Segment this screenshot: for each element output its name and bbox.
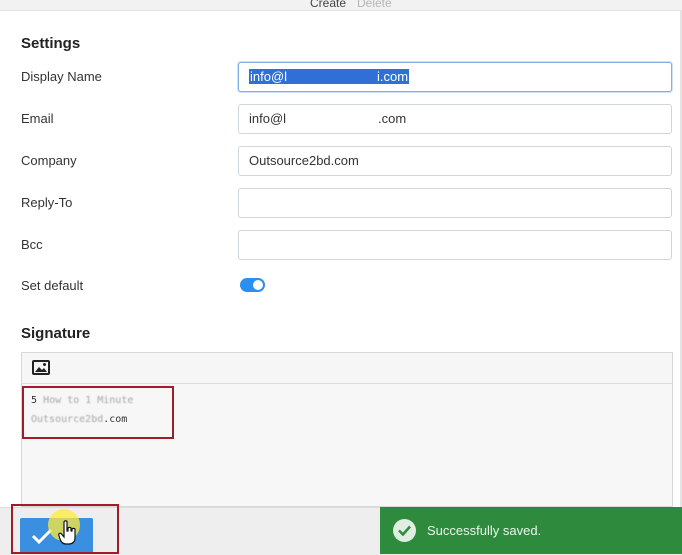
bcc-field[interactable] [238,230,672,260]
set-default-label: Set default [21,278,84,293]
signature-highlight-box [22,386,174,439]
toast-message: Successfully saved. [427,523,542,538]
settings-heading: Settings [21,35,81,52]
reply-to-label: Reply-To [21,195,73,210]
company-field[interactable]: Outsource2bd.com [238,146,672,176]
tab-delete[interactable]: Delete [357,0,392,9]
tab-create[interactable]: Create [310,0,346,9]
reply-to-field[interactable] [238,188,672,218]
email-label: Email [21,111,54,126]
display-name-selection: info@l i.com [249,69,410,84]
email-field[interactable]: info@l .com [238,104,672,134]
top-tab-bar: Create Delete [0,0,682,11]
signature-heading: Signature [21,325,91,342]
company-label: Company [21,153,77,168]
check-circle-icon [393,519,416,542]
toggle-knob [253,280,263,290]
bcc-label: Bcc [21,237,43,252]
display-name-field[interactable]: info@l i.com [238,62,672,92]
success-toast: Successfully saved. [380,507,682,554]
set-default-toggle[interactable] [240,278,265,292]
save-button-highlight-box [11,504,119,554]
signature-toolbar [22,353,672,384]
display-name-label: Display Name [21,69,102,84]
image-icon[interactable] [32,360,50,375]
